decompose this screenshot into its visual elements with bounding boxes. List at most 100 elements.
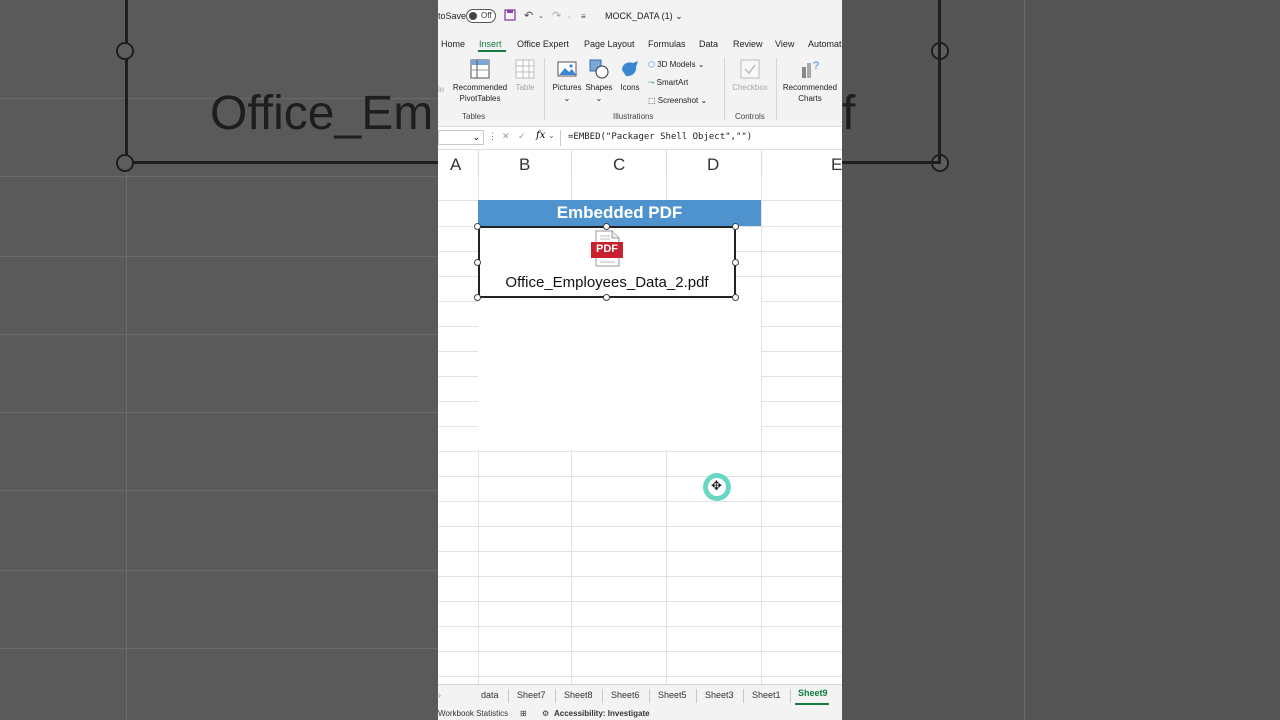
3d-models-label: 3D Models (657, 60, 696, 69)
worksheet-grid[interactable]: Embedded PDF PDF Office_Employees_Data_2… (438, 176, 842, 684)
tab-data[interactable]: Data (699, 39, 718, 49)
scroll-tabs-icon[interactable]: › (438, 690, 441, 700)
resize-handle[interactable] (474, 259, 481, 266)
resize-handle[interactable] (732, 259, 739, 266)
pivottable-partial[interactable]: le (438, 84, 444, 95)
workbook-statistics[interactable]: Workbook Statistics (438, 709, 508, 718)
chevron-down-icon[interactable]: ⌄ (538, 12, 544, 20)
more-options-icon[interactable]: ⋮ (488, 131, 497, 142)
table-label: Table (515, 83, 535, 92)
smartart-button[interactable]: ⤳ SmartArt (648, 77, 688, 88)
chevron-down-icon: ⌄ (563, 94, 571, 103)
tab-review[interactable]: Review (733, 39, 763, 49)
excel-window: toSave Off ↶ ⌄ ↷ ⌄ ≡ MOCK_DATA (1) ⌄ Hom… (438, 0, 842, 720)
blank-region (478, 298, 761, 450)
sheet-tab-sheet9[interactable]: Sheet9 (798, 688, 828, 698)
recommended-pivottables-label-2: PivotTables (459, 94, 501, 103)
column-header-e[interactable]: E (831, 155, 842, 175)
shapes-button[interactable]: Shapes ⌄ (584, 58, 614, 104)
chevron-down-icon[interactable]: ⌄ (566, 12, 572, 20)
resize-handle[interactable] (474, 294, 481, 301)
bg-text: f (842, 87, 856, 140)
3d-models-button[interactable]: ⬡ 3D Models ⌄ (648, 59, 704, 70)
save-icon[interactable] (504, 9, 516, 24)
sheet-tab-sheet7[interactable]: Sheet7 (517, 690, 546, 700)
chevron-down-icon: ⌄ (697, 60, 705, 69)
sheet-tab-sheet3[interactable]: Sheet3 (705, 690, 734, 700)
autosave-label: toSave (438, 11, 467, 21)
sheet-tab-sheet6[interactable]: Sheet6 (611, 690, 640, 700)
column-header-d[interactable]: D (707, 155, 719, 175)
chevron-down-icon: ⌄ (595, 94, 603, 103)
group-tables-label: Tables (462, 112, 486, 121)
pdf-badge-label: PDF (596, 243, 618, 255)
screenshot-label: Screenshot (657, 96, 699, 105)
cell-cursor-icon: ✥ (711, 478, 722, 493)
recommended-pivottables-button[interactable]: Recommended PivotTables (450, 58, 510, 104)
column-header-b[interactable]: B (519, 155, 530, 175)
recommended-charts-button[interactable]: ? Recommended Charts (780, 58, 840, 104)
pictures-button[interactable]: Pictures ⌄ (550, 58, 584, 104)
screenshot-button[interactable]: ⬚ Screenshot ⌄ (648, 95, 707, 106)
checkbox-button[interactable]: Checkbox (730, 58, 770, 93)
column-header-a[interactable]: A (450, 155, 461, 175)
table-button[interactable]: Table (512, 58, 538, 93)
pivottable-icon (470, 59, 490, 79)
bg-object-frame (842, 0, 941, 164)
cancel-icon[interactable]: ✕ (502, 131, 510, 142)
bg-right-panel: f (842, 0, 1280, 720)
chevron-down-icon: ⌄ (472, 132, 480, 142)
group-illustrations-label: Illustrations (613, 112, 654, 121)
bg-gridline (1024, 0, 1025, 720)
resize-handle[interactable] (603, 294, 610, 301)
redo-icon[interactable]: ↷ (552, 9, 561, 22)
sheet-tab-sheet5[interactable]: Sheet5 (658, 690, 687, 700)
embedded-pdf-object[interactable]: PDF Office_Employees_Data_2.pdf (478, 226, 736, 298)
name-box[interactable]: ⌄ (438, 130, 484, 145)
tab-view[interactable]: View (775, 39, 794, 49)
sheet-tab-sheet1[interactable]: Sheet1 (752, 690, 781, 700)
resize-handle[interactable] (732, 294, 739, 301)
resize-handle[interactable] (732, 223, 739, 230)
tab-page-layout[interactable]: Page Layout (584, 39, 635, 49)
accessibility-status[interactable]: Accessibility: Investigate (554, 709, 650, 718)
macro-icon[interactable]: ⊞ (520, 709, 527, 718)
smartart-icon: ⤳ (648, 78, 655, 87)
sheet-tabs: › data Sheet7 Sheet8 Sheet6 Sheet5 Sheet… (438, 684, 842, 707)
checkbox-label: Checkbox (732, 83, 768, 92)
undo-icon[interactable]: ↶ (524, 9, 533, 22)
embedded-pdf-header-cell[interactable]: Embedded PDF (478, 200, 761, 226)
resize-handle[interactable] (474, 223, 481, 230)
sheet-tab-data[interactable]: data (481, 690, 499, 700)
bg-handle (116, 42, 134, 60)
formula-input[interactable]: =EMBED("Packager Shell Object","") (568, 132, 752, 142)
formula-separator (560, 130, 561, 146)
tab-automate[interactable]: Automat (808, 39, 842, 49)
tab-formulas[interactable]: Formulas (648, 39, 686, 49)
cube-icon: ⬡ (648, 60, 655, 69)
insert-function-icon[interactable]: fx (536, 130, 545, 141)
tab-home[interactable]: Home (441, 39, 465, 49)
document-title[interactable]: MOCK_DATA (1) ⌄ (605, 11, 683, 22)
resize-handle[interactable] (603, 223, 610, 230)
customize-qat-icon[interactable]: ≡ (581, 12, 586, 21)
title-bar: toSave Off ↶ ⌄ ↷ ⌄ ≡ MOCK_DATA (1) ⌄ (438, 0, 842, 34)
pictures-label: Pictures (552, 83, 582, 92)
tab-insert[interactable]: Insert (479, 39, 502, 49)
icons-button[interactable]: Icons (616, 58, 644, 93)
tab-office-expert[interactable]: Office Expert (517, 39, 569, 49)
autosave-toggle[interactable]: Off (466, 9, 496, 23)
ribbon-separator (776, 58, 777, 120)
shapes-label: Shapes (585, 83, 613, 92)
group-controls-label: Controls (735, 112, 765, 121)
column-header-c[interactable]: C (613, 155, 625, 175)
enter-icon[interactable]: ✓ (518, 131, 526, 142)
autosave-state: Off (481, 11, 492, 20)
ribbon: le Recommended PivotTables Table Tables … (438, 54, 842, 127)
chevron-down-icon[interactable]: ⌄ (548, 131, 555, 140)
screenshot-icon: ⬚ (648, 96, 656, 105)
pdf-file-icon: PDF (590, 230, 624, 273)
smartart-label: SmartArt (656, 78, 689, 87)
icons-label: Icons (620, 83, 640, 92)
sheet-tab-sheet8[interactable]: Sheet8 (564, 690, 593, 700)
